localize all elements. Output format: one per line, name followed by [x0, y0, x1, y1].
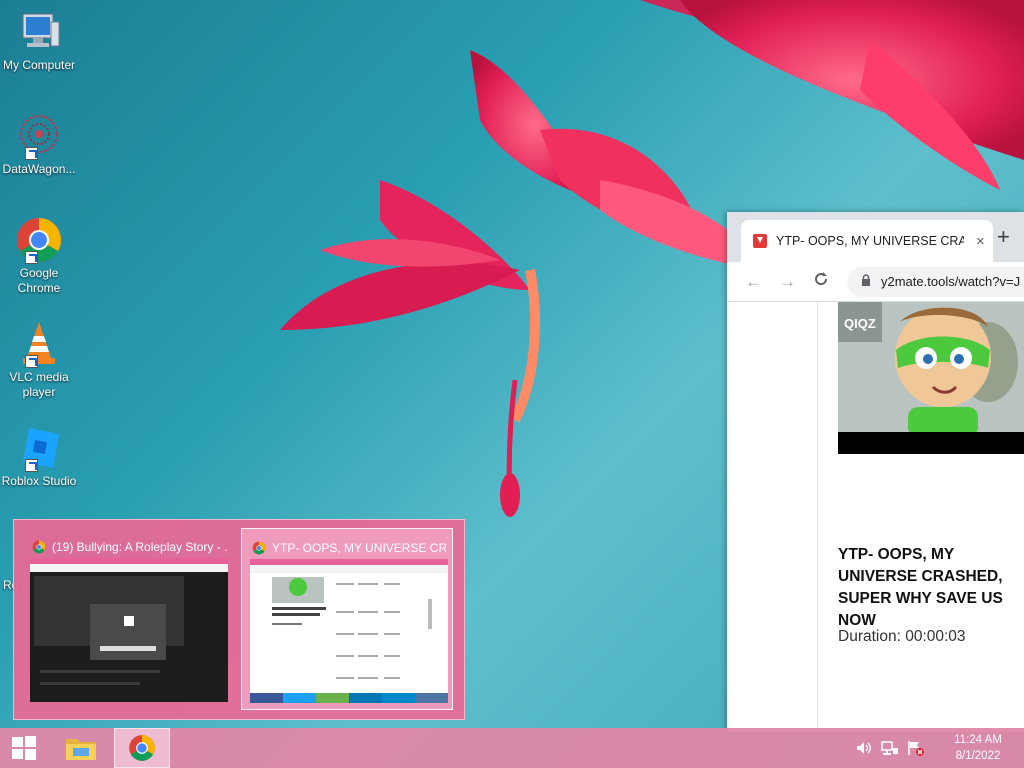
- address-bar[interactable]: y2mate.tools/watch?v=J: [847, 266, 1024, 297]
- thumbnail-watermark: QIQZ: [844, 316, 876, 331]
- tab-y2mate[interactable]: YTP- OOPS, MY UNIVERSE CRASHED, SUPER WH…: [741, 220, 993, 262]
- thumbnail-bar: [838, 432, 1024, 454]
- shortcut-arrow-icon: [25, 355, 38, 368]
- system-tray: 11:24 AM 8/1/2022: [854, 728, 1014, 768]
- preview-image-roblox: [30, 558, 228, 702]
- y2mate-favicon-icon: [753, 234, 767, 248]
- chrome-icon: [252, 541, 266, 555]
- video-title: YTP- OOPS, MY UNIVERSE CRASHED, SUPER WH…: [838, 546, 1003, 629]
- taskbar-clock[interactable]: 11:24 AM 8/1/2022: [942, 732, 1014, 764]
- desktop-icon-datawagon[interactable]: DataWagon...: [0, 112, 78, 177]
- back-button[interactable]: ←: [745, 272, 779, 292]
- windows-logo-icon: [12, 736, 36, 760]
- chrome-icon: [15, 216, 63, 264]
- new-tab-button[interactable]: +: [997, 224, 1010, 250]
- preview-card-ytp[interactable]: YTP- OOPS, MY UNIVERSE CRA...: [241, 528, 453, 710]
- preview-title-text: YTP- OOPS, MY UNIVERSE CRA...: [272, 541, 446, 555]
- chrome-icon: [32, 540, 46, 554]
- roblox-studio-icon: [15, 424, 63, 472]
- desktop-icon-label: Google Chrome: [17, 266, 61, 295]
- url-text: y2mate.tools/watch?v=J: [881, 274, 1021, 289]
- preview-title-text: (19) Bullying: A Roleplay Story - ...: [52, 540, 228, 554]
- preview-image-y2mate: [250, 559, 448, 703]
- clock-date: 8/1/2022: [955, 750, 1001, 762]
- taskbar: 11:24 AM 8/1/2022: [0, 728, 1024, 768]
- taskbar-thumbnail-preview: (19) Bullying: A Roleplay Story - ... YT…: [13, 519, 465, 720]
- desktop-icon-label: Roblox Studio: [1, 474, 77, 488]
- desktop-icon-vlc[interactable]: VLC media player: [0, 320, 78, 400]
- chrome-icon: [129, 735, 155, 761]
- page-content: QIQZ YTP- OOPS, MY UNIVERSE CRASHED, SUP…: [727, 302, 1024, 732]
- desktop-icon-roblox-studio[interactable]: Roblox Studio: [0, 424, 78, 489]
- file-explorer-button[interactable]: [58, 728, 104, 768]
- chrome-taskbar-button[interactable]: [114, 728, 170, 768]
- reload-button[interactable]: [813, 271, 847, 292]
- video-thumbnail[interactable]: QIQZ: [838, 302, 1024, 454]
- left-column: [727, 302, 818, 732]
- forward-button[interactable]: →: [779, 272, 813, 292]
- desktop-icon-google-chrome[interactable]: Google Chrome: [0, 216, 78, 296]
- lock-icon: [861, 274, 871, 289]
- vlc-icon: [15, 320, 63, 368]
- browser-toolbar: ← → y2mate.tools/watch?v=J: [727, 262, 1024, 302]
- desktop-icon-label: DataWagon...: [2, 162, 76, 176]
- start-button[interactable]: [0, 728, 48, 768]
- reload-icon: [815, 272, 828, 286]
- video-duration: Duration: 00:00:03: [838, 628, 966, 645]
- preview-title: YTP- OOPS, MY UNIVERSE CRA...: [252, 541, 446, 555]
- desktop-icon-label: VLC media player: [9, 370, 69, 399]
- action-center-flag-icon[interactable]: [906, 738, 926, 758]
- desktop-icon-my-computer[interactable]: My Computer: [0, 8, 78, 73]
- tab-strip: YTP- OOPS, MY UNIVERSE CRASHED, SUPER WH…: [727, 212, 1024, 262]
- desktop-icon-label: My Computer: [2, 58, 76, 72]
- clock-time: 11:24 AM: [954, 734, 1002, 746]
- speaker-icon[interactable]: [854, 738, 874, 758]
- shortcut-arrow-icon: [25, 251, 38, 264]
- preview-card-bullying[interactable]: (19) Bullying: A Roleplay Story - ...: [22, 528, 234, 710]
- tab-title: YTP- OOPS, MY UNIVERSE CRASHED, SUPER WH…: [776, 234, 964, 248]
- preview-title: (19) Bullying: A Roleplay Story - ...: [32, 540, 228, 554]
- chrome-window: YTP- OOPS, MY UNIVERSE CRASHED, SUPER WH…: [727, 212, 1024, 732]
- computer-icon: [15, 8, 63, 56]
- folder-icon: [66, 739, 96, 760]
- datawagon-icon: [15, 112, 63, 160]
- tab-close-icon[interactable]: ×: [976, 233, 985, 250]
- shortcut-arrow-icon: [25, 459, 38, 472]
- network-icon[interactable]: [880, 738, 900, 758]
- shortcut-arrow-icon: [25, 147, 38, 160]
